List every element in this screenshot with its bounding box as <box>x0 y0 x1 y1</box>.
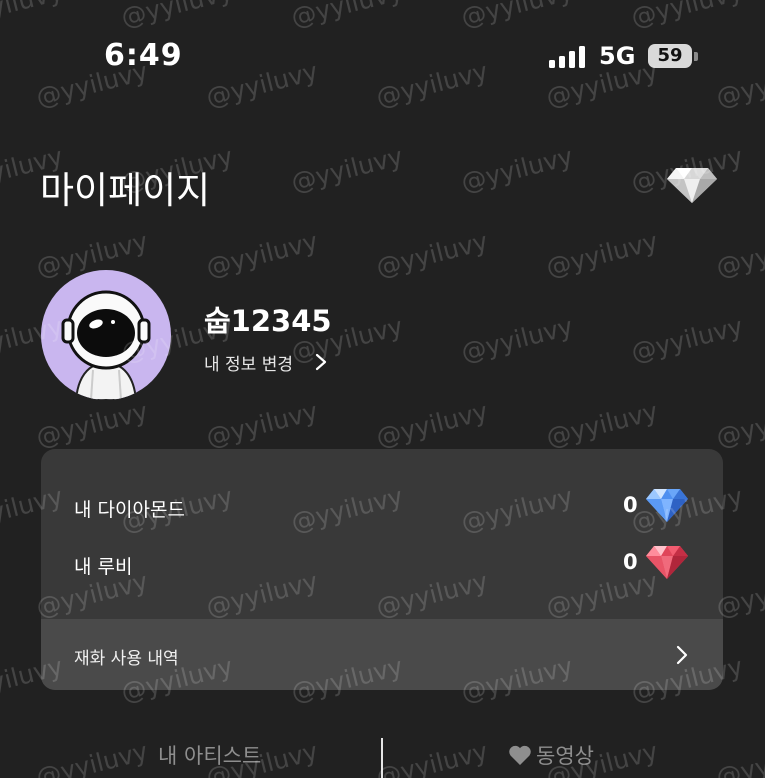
signal-icon <box>549 46 585 68</box>
tab-bar: 내 아티스트 동영상 <box>0 730 765 778</box>
battery-level: 59 <box>648 44 692 68</box>
watermark-text: @yyiluvy <box>458 311 576 368</box>
status-time: 6:49 <box>104 38 183 73</box>
edit-profile-label: 내 정보 변경 <box>204 354 294 375</box>
wallet-card: 내 다이아몬드 0 내 루비 0 재화 사용 내역 <box>41 449 723 690</box>
watermark-text: @yyiluvy <box>543 226 661 283</box>
tab-label: 동영상 <box>536 744 594 768</box>
diamond-icon[interactable] <box>666 166 718 204</box>
username: 숩12345 <box>204 304 332 338</box>
avatar[interactable] <box>41 270 171 400</box>
ruby-row: 내 루비 0 <box>41 543 723 583</box>
ruby-label: 내 루비 <box>74 556 133 578</box>
battery-icon: 59 <box>648 44 700 70</box>
diamond-count: 0 <box>623 493 638 517</box>
watermark-text: @yyiluvy <box>713 226 765 283</box>
heart-icon <box>509 745 531 765</box>
watermark-text: @yyiluvy <box>203 226 321 283</box>
watermark-text: @yyiluvy <box>628 311 746 368</box>
page-title: 마이페이지 <box>40 169 211 212</box>
watermark-text: @yyiluvy <box>373 396 491 453</box>
diamond-label: 내 다이아몬드 <box>74 499 185 521</box>
status-bar: 6:49 5G 59 <box>0 0 765 110</box>
watermark-text: @yyiluvy <box>543 396 661 453</box>
currency-history-label: 재화 사용 내역 <box>74 649 179 669</box>
watermark-text: @yyiluvy <box>458 141 576 198</box>
red-ruby-icon <box>646 546 688 579</box>
watermark-text: @yyiluvy <box>373 226 491 283</box>
network-type: 5G <box>599 42 636 70</box>
battery-cap <box>694 52 698 61</box>
tab-label: 내 아티스트 <box>158 744 262 768</box>
astronaut-icon <box>61 290 151 400</box>
ruby-count: 0 <box>623 550 638 574</box>
chevron-right-icon <box>315 353 327 371</box>
tab-videos[interactable]: 동영상 <box>508 740 594 770</box>
watermark-text: @yyiluvy <box>33 396 151 453</box>
chevron-right-icon <box>676 645 688 665</box>
edit-profile-link[interactable]: 내 정보 변경 <box>204 350 327 375</box>
watermark-text: @yyiluvy <box>713 396 765 453</box>
watermark-text: @yyiluvy <box>288 141 406 198</box>
blue-diamond-icon <box>646 489 688 522</box>
watermark-text: @yyiluvy <box>203 396 321 453</box>
currency-history-button[interactable]: 재화 사용 내역 <box>41 619 723 690</box>
diamond-row: 내 다이아몬드 0 <box>41 486 723 526</box>
tab-my-artists[interactable]: 내 아티스트 <box>158 740 261 770</box>
tab-divider <box>381 738 383 778</box>
